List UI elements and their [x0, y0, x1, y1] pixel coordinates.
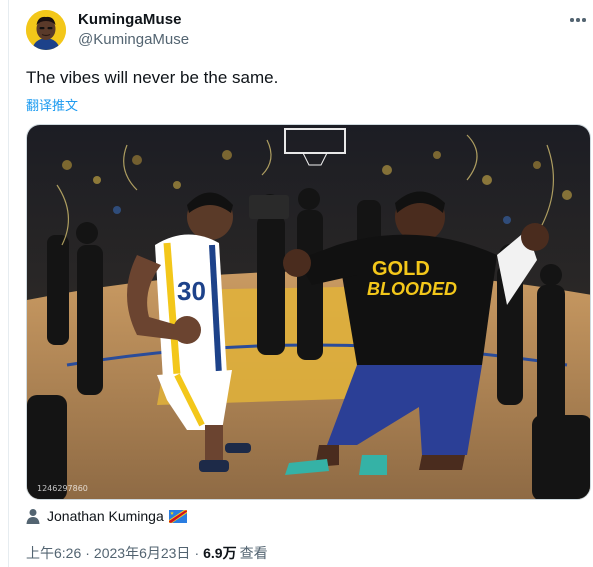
tweet-meta: 上午6:26 · 2023年6月23日 · 6.9万 查看 — [26, 543, 268, 563]
translate-tweet-link[interactable]: 翻译推文 — [26, 95, 78, 114]
author-handle[interactable]: @KumingaMuse — [78, 31, 189, 48]
shirt-text-line1: GOLD — [372, 258, 430, 280]
cartoon-avatar-icon — [26, 10, 66, 50]
tweet-card: KumingaMuse @KumingaMuse The vibes will … — [0, 0, 593, 567]
tweet-text: The vibes will never be the same. — [26, 68, 279, 87]
meta-separator: · — [85, 545, 90, 561]
tagged-person-name[interactable]: Jonathan Kuminga — [47, 508, 164, 524]
views-count: 6.9万 — [203, 545, 237, 561]
timeline-divider — [8, 0, 9, 567]
meta-separator: · — [194, 545, 200, 561]
author-display-name[interactable]: KumingaMuse — [78, 11, 182, 28]
dr-congo-flag-icon — [168, 509, 187, 523]
jersey-number: 30 — [177, 276, 206, 306]
more-dot — [576, 18, 580, 22]
tagged-people-row[interactable]: Jonathan Kuminga — [26, 505, 187, 527]
basketball-celebration-photo: 30 GOLD BLOODED — [27, 125, 590, 499]
tweet-date[interactable]: 2023年6月23日 — [94, 543, 191, 563]
tv-camera — [249, 195, 289, 219]
author-avatar[interactable] — [26, 10, 66, 50]
person-icon — [26, 509, 40, 524]
more-horizontal-icon — [570, 18, 574, 22]
more-dot — [582, 18, 586, 22]
photo-watermark: 1246297860 — [37, 484, 88, 493]
shirt-text-line2: BLOODED — [367, 279, 457, 299]
tweet-photo[interactable]: 30 GOLD BLOODED 1246297860 — [26, 124, 591, 500]
more-options-button[interactable] — [566, 8, 590, 32]
views-label: 查看 — [239, 545, 268, 561]
tweet-time[interactable]: 上午6:26 — [26, 543, 81, 563]
